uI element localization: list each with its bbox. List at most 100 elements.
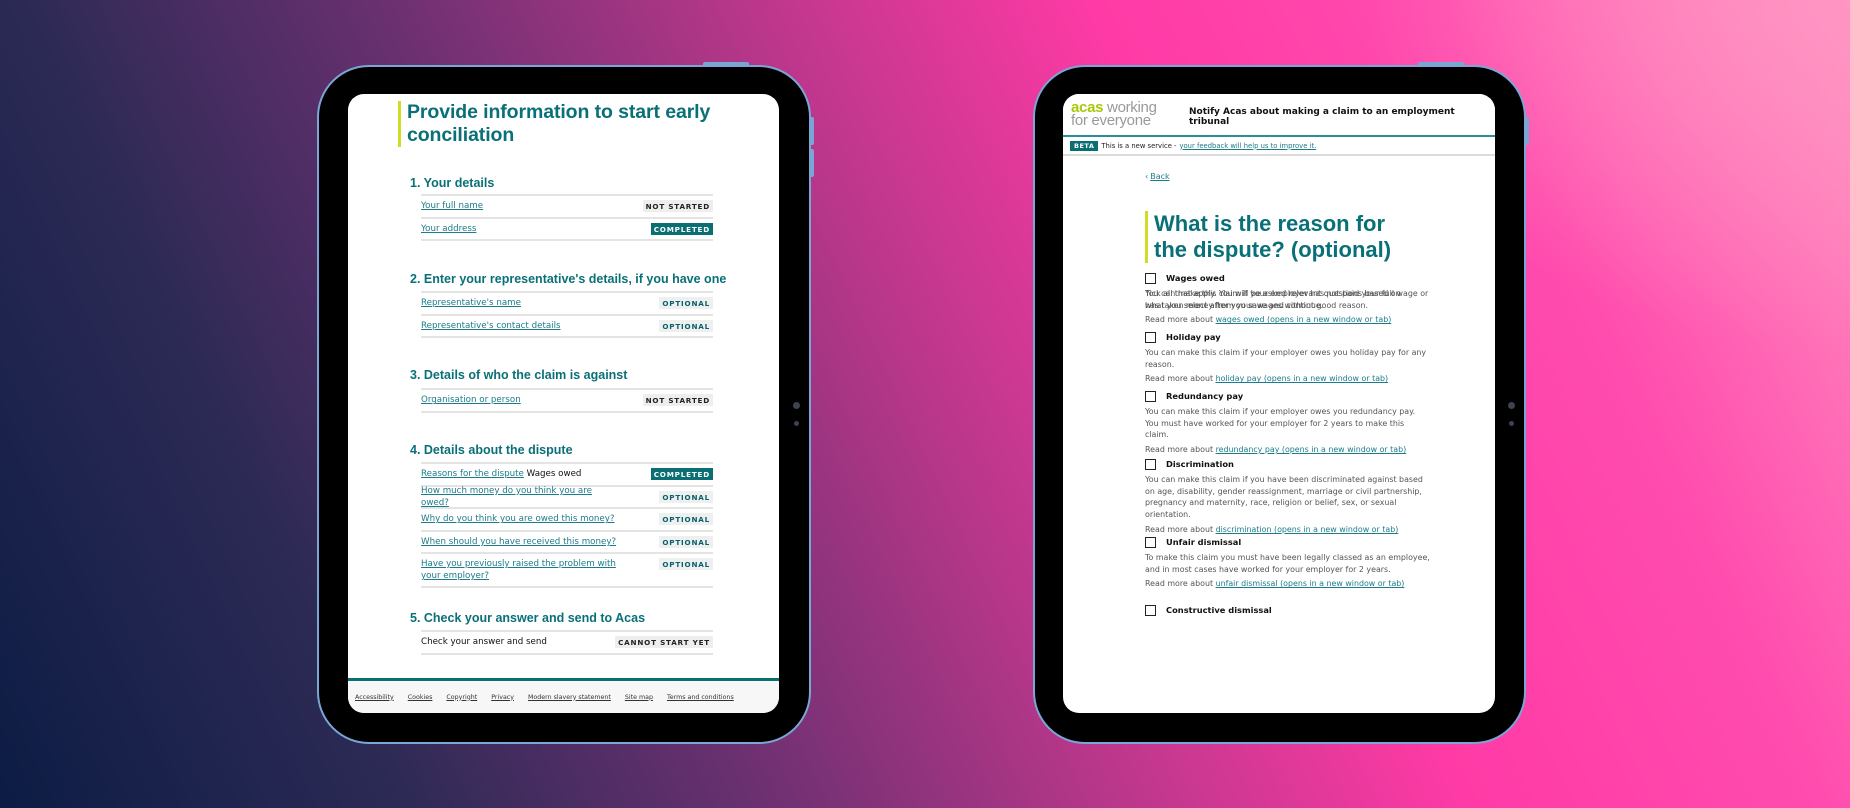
checkbox[interactable] [1145, 604, 1156, 616]
checkbox-label[interactable]: Holiday pay [1166, 332, 1221, 342]
logo-tagline: for everyone [1071, 112, 1151, 129]
back-link[interactable]: ‹ Back [1145, 172, 1170, 181]
read-more-link[interactable]: unfair dismissal (opens in a new window … [1216, 579, 1405, 588]
section-heading: 2. Enter your representative's details, … [410, 272, 727, 286]
task-link[interactable]: When should you have received this money… [421, 537, 616, 547]
checkbox-label[interactable]: Constructive dismissal [1166, 605, 1272, 615]
read-more: Read more about unfair dismissal (opens … [1145, 579, 1405, 589]
task-link[interactable]: Representative's name [421, 298, 521, 308]
task-name: Your address [421, 223, 476, 235]
checkbox-item: Discrimination You can make this claim if… [1145, 458, 1430, 534]
task-link[interactable]: Have you previously raised the problem w… [421, 559, 616, 581]
task-row: Representative's name OPTIONAL [421, 293, 713, 316]
checkbox-item: Constructive dismissal [1145, 604, 1430, 616]
checkbox[interactable] [1145, 331, 1156, 343]
task-name: How much money do you think you are owed… [421, 485, 621, 509]
tablet-top-button [1418, 62, 1464, 66]
task-label: Check your answer and send [421, 637, 547, 648]
checkbox[interactable] [1145, 536, 1156, 548]
status-tag: OPTIONAL [659, 297, 713, 310]
footer-link[interactable]: Accessibility [355, 694, 394, 701]
status-tag: OPTIONAL [659, 490, 713, 503]
checkbox[interactable] [1145, 272, 1156, 284]
beta-tag: BETA [1070, 140, 1099, 151]
task-row: Your full name NOT STARTED [421, 196, 713, 219]
checkbox-row[interactable]: Holiday pay [1145, 331, 1430, 343]
checkbox-item: Wages owed You can make this claim if you… [1145, 272, 1430, 324]
checkbox-hint: To make this claim you must have been le… [1145, 553, 1430, 574]
checkbox-row[interactable]: Constructive dismissal [1145, 604, 1430, 616]
task-link[interactable]: Representative's contact details [421, 321, 561, 331]
tablet-volume-up [810, 117, 814, 145]
task-link[interactable]: Your full name [421, 201, 483, 211]
acas-logo[interactable]: acas working for everyone [1071, 100, 1157, 129]
checkbox-label[interactable]: Redundancy pay [1166, 391, 1243, 401]
task-list: Organisation or person NOT STARTED [421, 388, 713, 413]
task-link[interactable]: Organisation or person [421, 395, 521, 405]
status-tag: COMPLETED [650, 222, 713, 235]
footer-link[interactable]: Privacy [491, 694, 514, 701]
task-list-screen: Provide information to start early conci… [348, 94, 779, 713]
checkbox-hint: You can make this claim if your employer… [1145, 348, 1427, 369]
checkbox-label[interactable]: Discrimination [1166, 459, 1234, 469]
checkbox-row[interactable]: Wages owed [1145, 272, 1430, 284]
task-list: Reasons for the dispute Wages owed COMPLE… [421, 462, 713, 588]
read-more-link[interactable]: holiday pay (opens in a new window or ta… [1216, 374, 1389, 383]
task-name: Representative's name [421, 297, 521, 309]
checkbox-row[interactable]: Discrimination [1145, 458, 1430, 470]
camera-icon [1508, 402, 1515, 409]
task-link[interactable]: How much money do you think you are owed… [421, 486, 592, 508]
site-header: acas working for everyone Notify Acas ab… [1063, 94, 1495, 137]
task-row: Check your answer and send CANNOT START Y… [421, 632, 713, 655]
status-tag: NOT STARTED [642, 394, 713, 407]
read-more-link[interactable]: redundancy pay (opens in a new window or… [1216, 445, 1407, 454]
checkbox-label[interactable]: Wages owed [1166, 273, 1225, 283]
read-more-link[interactable]: wages owed (opens in a new window or tab… [1216, 315, 1392, 324]
footer-link[interactable]: Cookies [408, 694, 433, 701]
section-heading: 5. Check your answer and send to Acas [410, 611, 646, 625]
checkbox-hint: You can make this claim if you have been… [1145, 475, 1423, 520]
read-more: Read more about wages owed (opens in a n… [1145, 315, 1392, 325]
back-label: Back [1150, 172, 1170, 181]
feedback-link[interactable]: your feedback will help us to improve it… [1180, 142, 1317, 150]
read-more-link[interactable]: discrimination (opens in a new window or… [1216, 525, 1399, 534]
beta-text: This is a new service - [1101, 141, 1177, 150]
checkbox-row[interactable]: Redundancy pay [1145, 390, 1430, 402]
checkbox-hint: You can make this claim if your employer… [1145, 407, 1416, 440]
footer-link[interactable]: Terms and conditions [667, 694, 734, 701]
task-row: Representative's contact details OPTIONAL [421, 316, 713, 338]
task-name: Check your answer and send [421, 636, 547, 648]
read-more: Read more about holiday pay (opens in a … [1145, 374, 1389, 384]
tablet-right: acas working for everyone Notify Acas ab… [1033, 62, 1529, 744]
task-answer: Wages owed [523, 469, 582, 480]
task-name: When should you have received this money… [421, 536, 616, 548]
task-link[interactable]: Reasons for the dispute [421, 469, 524, 479]
sensor-icon [794, 421, 799, 426]
tablet-left: Provide information to start early conci… [317, 62, 814, 744]
task-row: Have you previously raised the problem w… [421, 554, 713, 588]
task-name: Why do you think you are owed this money… [421, 513, 615, 525]
footer: Accessibility Cookies Copyright Privacy Mode… [348, 678, 779, 713]
footer-link[interactable]: Copyright [446, 694, 477, 701]
footer-link[interactable]: Site map [625, 694, 653, 701]
checkbox[interactable] [1145, 458, 1156, 470]
task-row: How much money do you think you are owed… [421, 485, 713, 509]
checkbox-hint: You can make this claim if your employer… [1145, 289, 1429, 310]
checkbox[interactable] [1145, 390, 1156, 402]
phase-banner: BETA This is a new service - your feedba… [1063, 137, 1495, 156]
status-tag: NOT STARTED [642, 200, 713, 213]
status-tag: OPTIONAL [659, 535, 713, 548]
task-row: When should you have received this money… [421, 532, 713, 554]
task-link[interactable]: Your address [421, 224, 476, 234]
task-list: Your full name NOT STARTED Your address COM… [421, 194, 713, 241]
footer-link[interactable]: Modern slavery statement [528, 694, 611, 701]
tablet-volume-down [810, 149, 814, 177]
task-name: Your full name [421, 200, 483, 212]
task-row: Organisation or person NOT STARTED [421, 390, 713, 413]
section-heading: 4. Details about the dispute [410, 443, 573, 457]
task-name: Organisation or person [421, 394, 521, 406]
task-link[interactable]: Why do you think you are owed this money… [421, 514, 615, 524]
checkbox-label[interactable]: Unfair dismissal [1166, 537, 1241, 547]
checkbox-row[interactable]: Unfair dismissal [1145, 536, 1430, 548]
chevron-left-icon: ‹ [1145, 172, 1149, 181]
